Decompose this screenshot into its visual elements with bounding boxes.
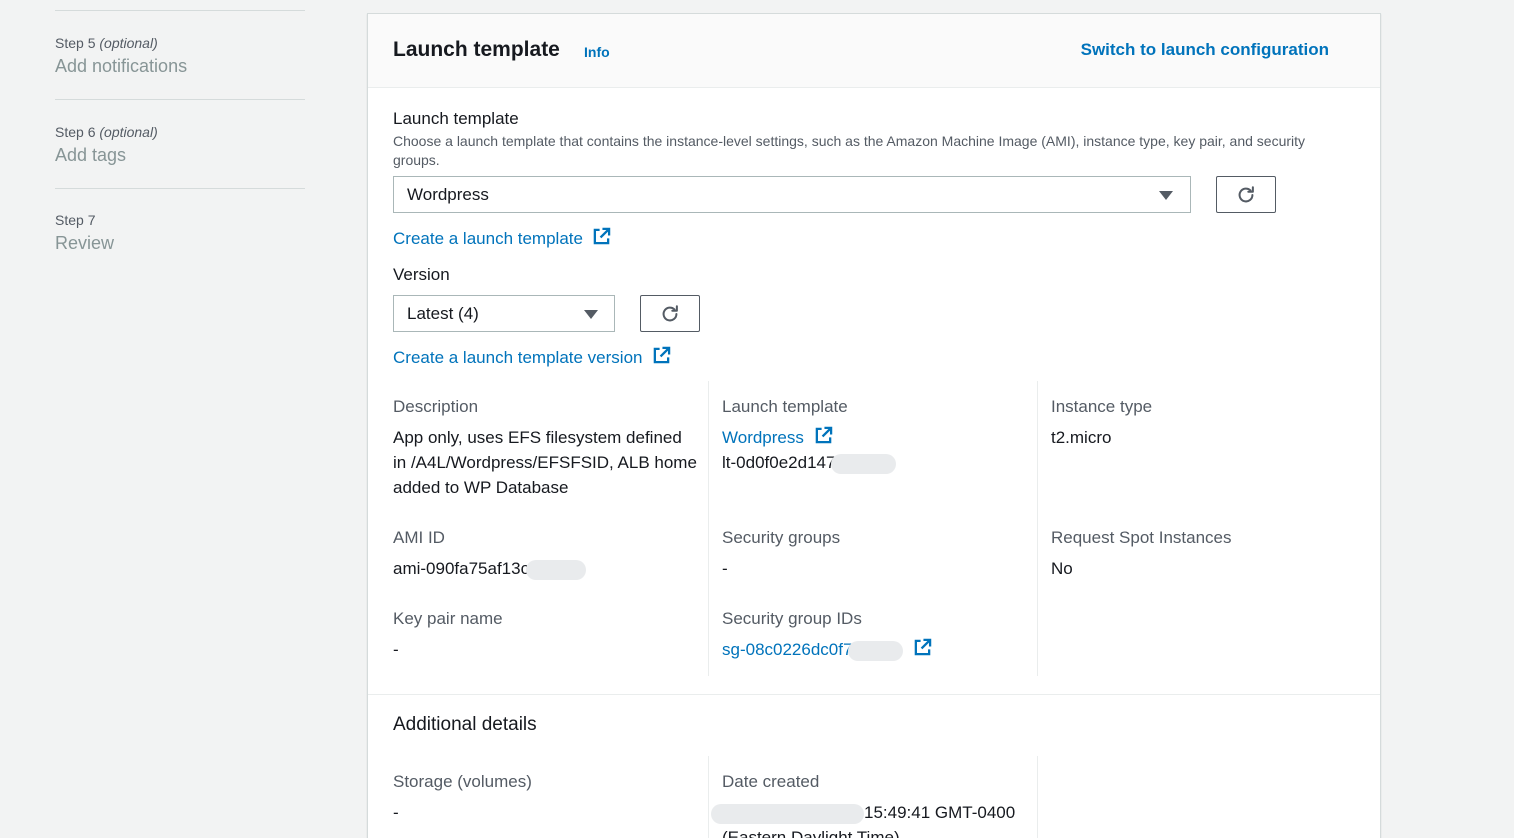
- security-group-id-link[interactable]: sg-08c0226dc0f7: [722, 640, 852, 659]
- launch-template-label: Launch template: [393, 109, 519, 128]
- caret-down-icon: [584, 310, 598, 319]
- description-key: Description: [393, 397, 479, 416]
- step-divider: [55, 10, 305, 11]
- version-select[interactable]: Latest (4): [393, 295, 615, 332]
- date-created-timezone: (Eastern Daylight Time): [722, 828, 900, 838]
- launch-template-name-link[interactable]: Wordpress: [722, 428, 804, 447]
- step-number: Step 7: [55, 212, 96, 228]
- instance-type-key: Instance type: [1051, 397, 1153, 416]
- launch-template-select-value: Wordpress: [407, 185, 489, 204]
- step-title[interactable]: Add notifications: [55, 55, 187, 77]
- refresh-templates-button[interactable]: [1216, 176, 1276, 213]
- column-divider: [1037, 756, 1038, 838]
- security-group-ids-key: Security group IDs: [722, 609, 862, 628]
- column-divider: [1037, 381, 1038, 676]
- step-title[interactable]: Review: [55, 232, 114, 254]
- launch-template-key: Launch template: [722, 397, 848, 416]
- panel-title: Launch template: [393, 38, 560, 61]
- step-6[interactable]: Step 6 (optional) Add tags: [55, 123, 158, 166]
- create-launch-template-link[interactable]: Create a launch template: [393, 229, 583, 248]
- step-divider: [55, 99, 305, 100]
- column-divider: [708, 381, 709, 676]
- ami-id-key: AMI ID: [393, 528, 445, 547]
- key-pair-value: -: [393, 640, 399, 659]
- security-groups-value: -: [722, 559, 728, 578]
- redaction-mark: [711, 803, 864, 824]
- spot-instances-value: No: [1051, 559, 1073, 578]
- step-number: Step 6: [55, 124, 96, 140]
- key-pair-key: Key pair name: [393, 609, 503, 628]
- step-7[interactable]: Step 7 Review: [55, 211, 114, 254]
- storage-key: Storage (volumes): [393, 772, 532, 791]
- step-optional: (optional): [99, 124, 158, 140]
- refresh-versions-button[interactable]: [640, 295, 700, 332]
- security-groups-key: Security groups: [722, 528, 841, 547]
- description-value: App only, uses EFS filesystem defined in…: [393, 428, 697, 497]
- redaction-mark: [526, 559, 587, 580]
- step-title[interactable]: Add tags: [55, 144, 158, 166]
- switch-to-launch-configuration-link[interactable]: Switch to launch configuration: [1081, 40, 1329, 60]
- launch-template-id-value: lt-0d0f0e2d147: [722, 453, 836, 472]
- instance-type-value: t2.micro: [1051, 428, 1112, 447]
- create-launch-template-version-link[interactable]: Create a launch template version: [393, 348, 642, 367]
- external-link-icon[interactable]: [814, 426, 833, 445]
- version-label: Version: [393, 265, 450, 284]
- caret-down-icon: [1159, 191, 1173, 200]
- refresh-icon: [662, 304, 678, 321]
- storage-value: -: [393, 803, 399, 822]
- external-link-icon[interactable]: [913, 638, 932, 657]
- launch-template-select[interactable]: Wordpress: [393, 176, 1191, 213]
- launch-template-panel: Launch template Info Switch to launch co…: [367, 13, 1381, 838]
- panel-header: Launch template Info Switch to launch co…: [368, 14, 1380, 88]
- date-created-key: Date created: [722, 772, 820, 791]
- info-link[interactable]: Info: [584, 44, 610, 60]
- step-5[interactable]: Step 5 (optional) Add notifications: [55, 34, 187, 77]
- section-divider: [368, 694, 1380, 695]
- version-select-value: Latest (4): [407, 304, 479, 323]
- external-link-icon[interactable]: [652, 346, 671, 365]
- refresh-icon: [1238, 185, 1254, 202]
- date-created-value: 15:49:41 GMT-0400: [864, 803, 1016, 822]
- step-divider: [55, 188, 305, 189]
- column-divider: [708, 756, 709, 838]
- spot-instances-key: Request Spot Instances: [1051, 528, 1232, 547]
- redaction-mark: [831, 453, 897, 474]
- ami-id-value: ami-090fa75af13c: [393, 559, 530, 578]
- redaction-mark: [848, 640, 904, 661]
- external-link-icon[interactable]: [592, 227, 611, 246]
- additional-details-title: Additional details: [393, 714, 537, 735]
- launch-template-description: Choose a launch template that contains t…: [393, 133, 1306, 168]
- step-optional: (optional): [99, 35, 158, 51]
- step-number: Step 5: [55, 35, 96, 51]
